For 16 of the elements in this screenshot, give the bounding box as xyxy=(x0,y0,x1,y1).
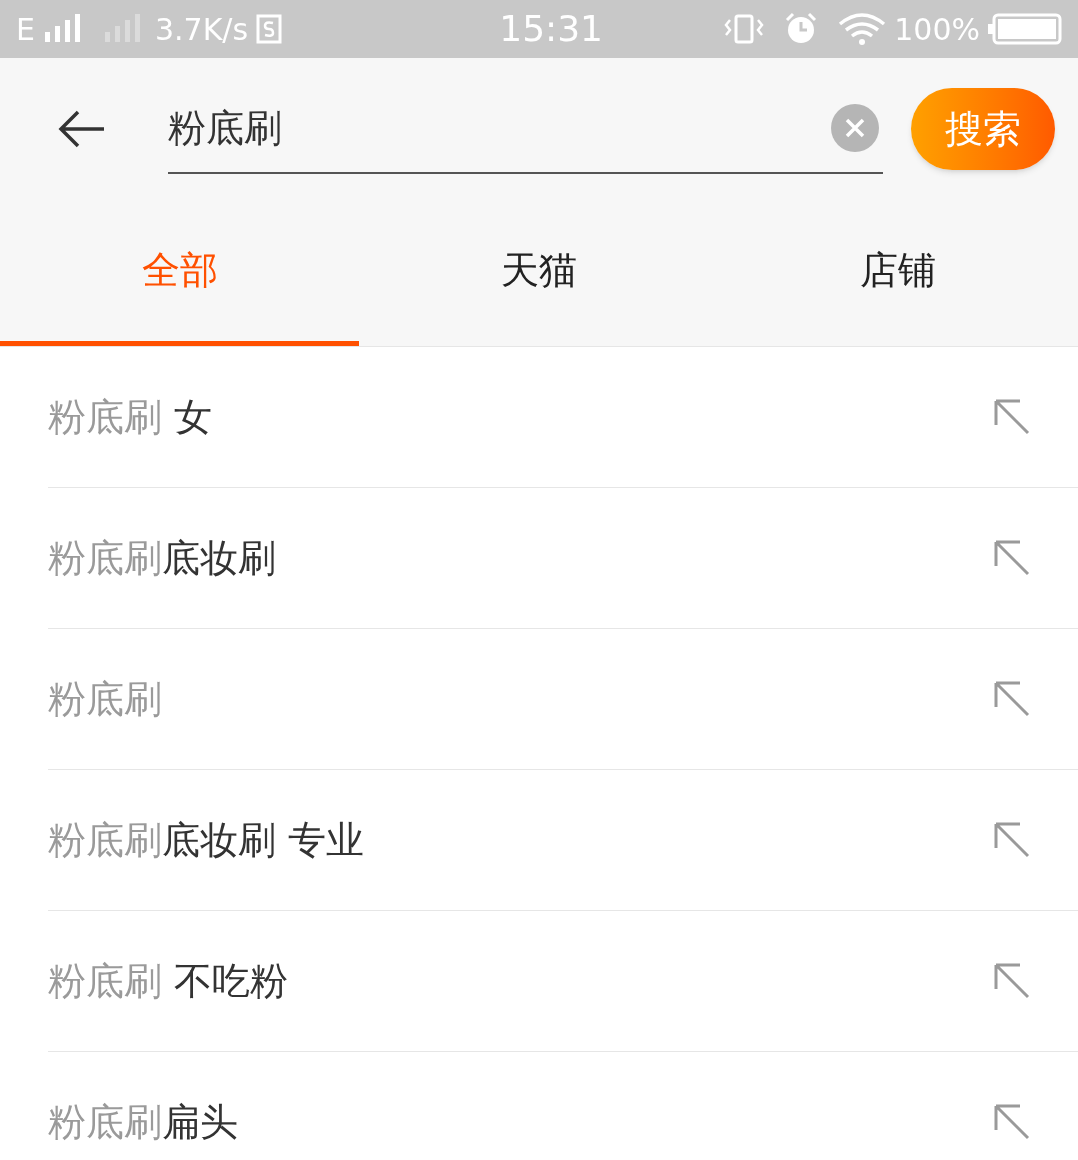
vibrate-icon xyxy=(724,14,765,44)
signal-icon xyxy=(42,14,83,44)
suggestion-item[interactable]: 粉底刷扁头 xyxy=(48,1052,1078,1160)
suggestion-item[interactable]: 粉底刷底妆刷 专业 xyxy=(48,770,1078,911)
suggestion-item[interactable]: 粉底刷 不吃粉 xyxy=(48,911,1078,1052)
tab[interactable]: 天猫 xyxy=(359,200,719,346)
wifi-icon xyxy=(838,12,887,46)
square-s-icon xyxy=(256,14,283,44)
tab[interactable]: 店铺 xyxy=(718,200,1078,346)
alarm-clock-icon xyxy=(784,12,819,46)
back-arrow-icon[interactable] xyxy=(58,109,106,149)
battery-icon xyxy=(988,13,1062,45)
clear-icon[interactable] xyxy=(831,104,879,152)
suggestion-item[interactable]: 粉底刷 女 xyxy=(48,347,1078,488)
suggestion-item[interactable]: 粉底刷底妆刷 xyxy=(48,488,1078,629)
search-field[interactable]: 粉底刷 xyxy=(168,99,831,157)
